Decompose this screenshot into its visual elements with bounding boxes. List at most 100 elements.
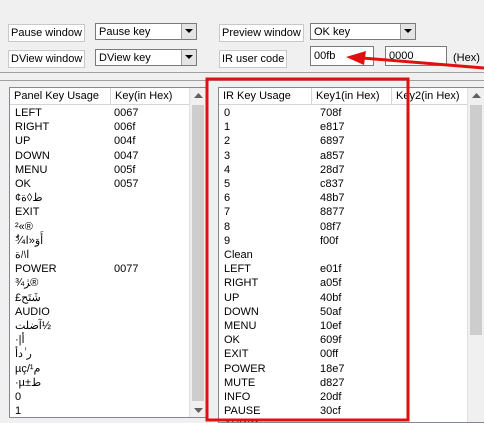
panel-key-list[interactable]: Panel Key Usage Key(in Hex) LEFT 0067 RIGH… (9, 87, 207, 418)
list-item[interactable]: 6 48b7 (219, 191, 459, 206)
key-hex-cell: 40bf (320, 291, 342, 304)
list-item[interactable]: 3 a857 (219, 149, 459, 164)
key-hex-cell: 48b7 (320, 192, 345, 205)
key-usage-cell: EXIT (15, 206, 40, 219)
chevron-down-icon[interactable] (400, 24, 415, 39)
list-item[interactable]: 7 8877 (219, 205, 459, 220)
list-item[interactable]: LEFT e01f (219, 262, 459, 277)
key-hex-cell: 005f (114, 163, 136, 176)
key-hex-cell: c837 (320, 178, 344, 190)
list-item[interactable]: AUDIO (10, 305, 206, 320)
ir-key-usage-header[interactable]: IR Key Usage (219, 88, 312, 105)
list-item[interactable]: 0 (10, 390, 206, 405)
scroll-thumb[interactable] (192, 105, 204, 401)
key-hex-cell: 10ef (320, 320, 342, 332)
list-item[interactable]: ¾ﮋ® (10, 276, 206, 291)
ir-key-list[interactable]: IR Key Usage Key1(in Hex) Key2(in Hex) 0… (218, 87, 484, 423)
list-item[interactable]: UP 40bf (219, 291, 459, 306)
list-item[interactable]: POWER 18e7 (219, 362, 459, 377)
list-item[interactable]: ¾ُأَوَ«ا (10, 234, 206, 249)
list-item[interactable]: EXIT (10, 205, 206, 220)
list-item[interactable]: OK 609f (219, 333, 459, 348)
key-usage-cell: 1 (15, 405, 22, 418)
key-hex-cell: a857 (320, 149, 345, 162)
key-usage-cell: POWER (15, 263, 57, 276)
key-usage-cell: ¾ُأَوَ«ا (15, 234, 44, 247)
list-item[interactable]: OK 0057 (10, 177, 206, 192)
list-item[interactable]: RIGHT a05f (219, 276, 459, 291)
list-item[interactable]: RIGHT 006f (10, 120, 206, 135)
key-hex-cell: 0067 (114, 107, 139, 119)
preview-key-select[interactable]: OK key (310, 23, 416, 40)
ir-key1-hex-header[interactable]: Key1(in Hex) (312, 88, 392, 105)
list-item[interactable]: £شَتَح (10, 291, 206, 306)
key-usage-cell: £شَتَح (15, 291, 41, 304)
list-item[interactable]: MUTE d827 (219, 376, 459, 391)
list-item[interactable]: Clean (219, 248, 459, 263)
key-usage-cell: MENU (224, 320, 257, 332)
list-item[interactable]: EXIT 00ff (219, 347, 459, 362)
list-item[interactable]: 9 f00f (219, 234, 459, 249)
separator (0, 80, 484, 81)
list-item[interactable]: ر ٰدأ (10, 347, 206, 362)
list-item[interactable]: AUDIO... (219, 418, 459, 422)
ir-scrollbar[interactable] (467, 88, 484, 422)
panel-scrollbar[interactable] (189, 88, 206, 417)
key-usage-cell: DOWN (224, 305, 259, 318)
list-item[interactable]: ²«® (10, 220, 206, 235)
scroll-up-icon[interactable] (194, 93, 203, 98)
pause-key-select[interactable]: Pause key (95, 23, 197, 40)
list-item[interactable]: DOWN 0047 (10, 149, 206, 164)
key-usage-cell: LEFT (224, 263, 251, 276)
key-usage-cell: MENU (15, 163, 48, 176)
list-item[interactable]: DOWN 50af (219, 305, 459, 320)
list-item[interactable]: MENU 10ef (219, 319, 459, 334)
scroll-down-icon[interactable] (194, 408, 203, 413)
chevron-down-icon[interactable] (181, 24, 196, 39)
key-hex-cell: 6897 (320, 135, 345, 148)
list-item[interactable]: µç/م¹ (10, 362, 206, 377)
list-item[interactable]: 2 6897 (219, 134, 459, 149)
list-item[interactable]: MENU 005f (10, 163, 206, 178)
list-item[interactable]: 4 28d7 (219, 163, 459, 178)
list-item[interactable]: ·µ±ط (10, 376, 206, 391)
list-item[interactable]: ·|أ (10, 333, 206, 348)
chevron-down-icon[interactable] (181, 50, 196, 65)
list-item[interactable]: UP 004f (10, 134, 206, 149)
key-hex-cell: 20df (320, 391, 342, 403)
ir-user-code-2-input[interactable]: 0000 (385, 46, 447, 66)
key-usage-cell: ¾ﮋ® (15, 277, 39, 290)
scroll-thumb[interactable] (470, 105, 482, 335)
panel-key-usage-header[interactable]: Panel Key Usage (10, 88, 111, 105)
pause-window-label: Pause window (8, 24, 85, 42)
key-hex-cell: 609f (320, 334, 342, 347)
key-hex-cell: 004f (114, 135, 136, 148)
list-item[interactable]: POWER 0077 (10, 262, 206, 277)
ir-user-code-input[interactable]: 00fb (310, 46, 374, 66)
ir-key2-hex-header[interactable]: Key2(in Hex) (392, 88, 468, 105)
key-usage-cell: 0 (224, 107, 231, 119)
scroll-up-icon[interactable] (472, 93, 481, 98)
list-item[interactable]: 0 708f (219, 106, 459, 121)
key-usage-cell: EXIT (224, 348, 249, 361)
list-item[interactable]: INFO 20df (219, 390, 459, 405)
key-usage-cell: 1 (224, 121, 231, 134)
list-item[interactable]: ¢ط◊ة (10, 191, 206, 206)
list-item[interactable]: ةﾊا (10, 248, 206, 263)
key-usage-cell: 9 (224, 234, 231, 247)
key-hex-cell: 708f (320, 107, 342, 119)
separator (0, 72, 484, 73)
list-item[interactable]: 1 (10, 404, 206, 418)
list-item[interactable]: آضلت½ (10, 319, 206, 334)
list-item[interactable]: LEFT 0067 (10, 106, 206, 121)
dview-window-label: DView window (8, 50, 86, 68)
key-hex-cell: 08f7 (320, 220, 342, 233)
key-usage-cell: AUDIO (15, 305, 50, 318)
list-item[interactable]: 5 c837 (219, 177, 459, 192)
panel-key-hex-header[interactable]: Key(in Hex) (111, 88, 190, 105)
list-item[interactable]: 8 08f7 (219, 220, 459, 235)
list-item[interactable]: PAUSE 30cf (219, 404, 459, 419)
key-usage-cell: 3 (224, 149, 231, 162)
list-item[interactable]: 1 e817 (219, 120, 459, 135)
dview-key-select[interactable]: DView key (95, 49, 197, 66)
